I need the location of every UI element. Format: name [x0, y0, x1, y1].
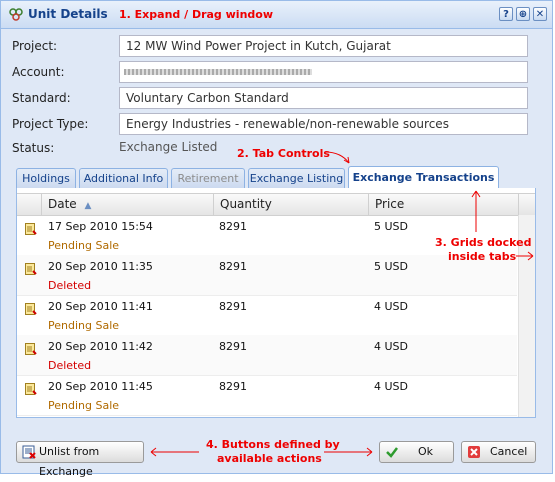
column-date-label: Date — [48, 197, 77, 211]
date-cell: 20 Sep 2010 11:42 — [48, 340, 153, 353]
status-label: Status: — [12, 141, 55, 155]
date-cell: 17 Sep 2010 15:54 — [48, 220, 153, 233]
transaction-icon — [25, 383, 37, 395]
tab-strip: Holdings Additional Info Retirement Exch… — [16, 166, 536, 189]
arrow-left-icon — [150, 447, 199, 457]
account-label: Account: — [12, 65, 65, 79]
cancel-button[interactable]: Cancel — [461, 441, 536, 463]
column-header-date[interactable]: Date ▲ — [41, 194, 213, 215]
arrow-right-icon — [516, 251, 534, 261]
arrow-up-icon — [471, 190, 481, 232]
annotation-tab-controls: 2. Tab Controls — [237, 147, 330, 160]
cancel-icon — [468, 446, 480, 458]
unlist-from-exchange-button[interactable]: Unlist from Exchange — [16, 441, 144, 478]
unit-icon — [9, 8, 23, 21]
quantity-cell: 8291 — [219, 260, 247, 273]
icon-column-header — [17, 194, 41, 215]
quantity-cell: 8291 — [219, 340, 247, 353]
help-button[interactable]: ? — [499, 7, 513, 21]
annotation-grids-line1: 3. Grids docked — [435, 236, 532, 249]
unit-details-window: Unit Details 1. Expand / Drag window ? ⊕… — [0, 0, 553, 478]
quantity-cell: 8291 — [219, 380, 247, 393]
price-cell: 5 USD — [374, 220, 408, 233]
ok-button[interactable]: Ok — [379, 441, 454, 463]
maximize-button[interactable]: ⊕ — [516, 7, 530, 21]
account-redacted — [124, 69, 312, 75]
transactions-grid: Date ▲ Quantity Price 17 Sep 2010 15:54 … — [16, 188, 536, 418]
grid-header: Date ▲ Quantity Price — [17, 193, 535, 216]
transaction-icon — [25, 223, 37, 235]
column-header-price[interactable]: Price — [368, 194, 518, 215]
project-type-field[interactable]: Energy Industries - renewable/non-renewa… — [119, 113, 528, 135]
status-text: Pending Sale — [48, 239, 120, 252]
window-title: Unit Details — [28, 7, 108, 21]
status-value: Exchange Listed — [119, 140, 218, 154]
date-cell: 20 Sep 2010 11:35 — [48, 260, 153, 273]
tab-additional-info[interactable]: Additional Info — [79, 168, 168, 188]
date-cell: 20 Sep 2010 11:41 — [48, 300, 153, 313]
cancel-label: Cancel — [490, 445, 528, 458]
quantity-cell: 8291 — [219, 300, 247, 313]
project-type-label: Project Type: — [12, 117, 89, 131]
tab-holdings[interactable]: Holdings — [16, 168, 76, 188]
status-text: Deleted — [48, 359, 92, 372]
price-cell: 4 USD — [374, 340, 408, 353]
transaction-icon — [25, 303, 37, 315]
annotation-expand-drag: 1. Expand / Drag window — [119, 8, 273, 21]
price-cell: 4 USD — [374, 380, 408, 393]
scrollbar-header-spacer — [518, 194, 535, 215]
standard-field[interactable]: Voluntary Carbon Standard — [119, 87, 528, 109]
window-titlebar[interactable]: Unit Details 1. Expand / Drag window ? ⊕… — [1, 1, 552, 29]
arrow-icon — [324, 151, 350, 164]
checkmark-icon — [386, 447, 398, 458]
table-row[interactable]: 20 Sep 2010 11:41 8291 4 USD Pending Sal… — [17, 295, 517, 336]
annotation-buttons-line1: 4. Buttons defined by — [206, 438, 340, 451]
status-text: Pending Sale — [48, 399, 120, 412]
price-cell: 5 USD — [374, 260, 408, 273]
date-cell: 20 Sep 2010 11:45 — [48, 380, 153, 393]
ok-label: Ok — [418, 445, 434, 458]
close-button[interactable]: ✕ — [533, 7, 547, 21]
tab-exchange-listing[interactable]: Exchange Listing — [248, 168, 345, 188]
arrow-right-icon — [324, 447, 373, 457]
account-field[interactable] — [119, 61, 528, 83]
project-label: Project: — [12, 39, 58, 53]
annotation-grids-line2: inside tabs — [448, 250, 517, 263]
status-text: Pending Sale — [48, 319, 120, 332]
table-row[interactable]: 20 Sep 2010 11:35 8291 5 USD Deleted — [17, 255, 517, 296]
tab-exchange-transactions[interactable]: Exchange Transactions — [348, 166, 499, 189]
quantity-cell: 8291 — [219, 220, 247, 233]
tab-retirement[interactable]: Retirement — [171, 168, 245, 188]
table-row[interactable]: 20 Sep 2010 11:42 8291 4 USD Deleted — [17, 335, 517, 376]
status-text: Deleted — [48, 279, 92, 292]
column-header-quantity[interactable]: Quantity — [213, 194, 368, 215]
price-cell: 4 USD — [374, 300, 408, 313]
project-field[interactable]: 12 MW Wind Power Project in Kutch, Gujar… — [119, 35, 528, 57]
unlist-label: Unlist from Exchange — [39, 445, 100, 478]
transaction-icon — [25, 263, 37, 275]
transaction-icon — [25, 343, 37, 355]
sort-asc-icon: ▲ — [84, 201, 92, 211]
table-row[interactable]: 20 Sep 2010 11:45 8291 4 USD Pending Sal… — [17, 375, 517, 416]
standard-label: Standard: — [12, 91, 71, 105]
annotation-buttons-line2: available actions — [217, 452, 322, 465]
unlist-icon — [22, 445, 36, 459]
